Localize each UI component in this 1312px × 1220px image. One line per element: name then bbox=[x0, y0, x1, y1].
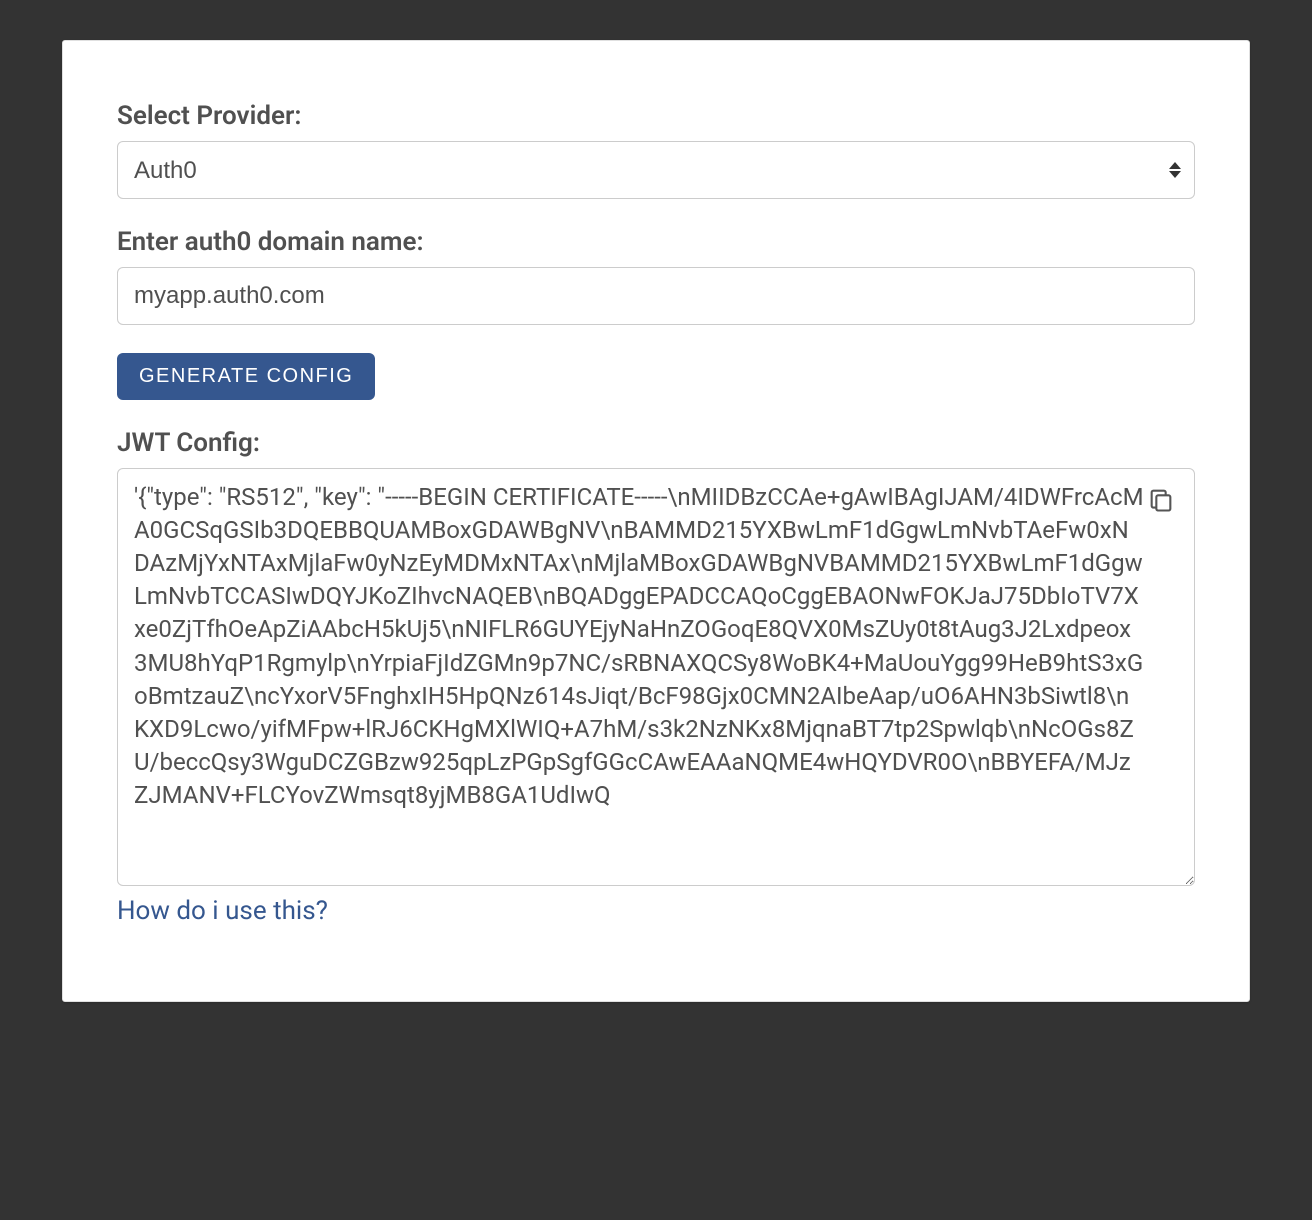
config-label: JWT Config: bbox=[117, 428, 1195, 458]
domain-input[interactable] bbox=[117, 267, 1195, 325]
config-field-group: JWT Config: bbox=[117, 428, 1195, 890]
provider-select[interactable]: Auth0 bbox=[117, 141, 1195, 199]
domain-label: Enter auth0 domain name: bbox=[117, 227, 1195, 257]
config-wrapper bbox=[117, 468, 1195, 890]
domain-field-group: Enter auth0 domain name: bbox=[117, 227, 1195, 325]
config-card: Select Provider: Auth0 Enter auth0 domai… bbox=[62, 40, 1250, 1002]
provider-select-wrapper: Auth0 bbox=[117, 141, 1195, 199]
generate-config-button[interactable]: Generate Config bbox=[117, 353, 375, 400]
help-link[interactable]: How do i use this? bbox=[117, 896, 328, 926]
provider-field-group: Select Provider: Auth0 bbox=[117, 101, 1195, 199]
copy-icon[interactable] bbox=[1147, 486, 1175, 514]
jwt-config-textarea[interactable] bbox=[117, 468, 1195, 886]
provider-label: Select Provider: bbox=[117, 101, 1195, 131]
